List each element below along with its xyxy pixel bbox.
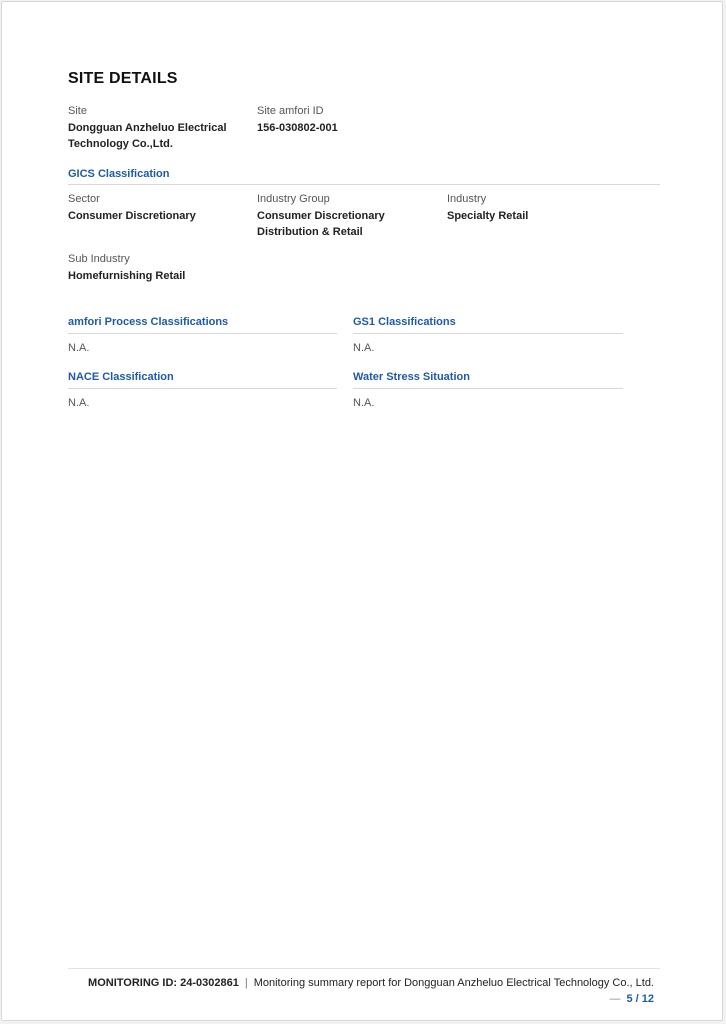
monitoring-id: MONITORING ID: 24-0302861 xyxy=(88,977,239,989)
amfori-process-divider xyxy=(68,333,337,334)
industry-label: Industry xyxy=(447,193,487,205)
footer-separator: | xyxy=(244,977,248,989)
sector-label: Sector xyxy=(68,193,100,205)
industry-group-label: Industry Group xyxy=(257,193,330,205)
site-id-value: 156-030802-001 xyxy=(257,122,338,134)
site-label: Site xyxy=(68,105,87,117)
nace-divider xyxy=(68,388,337,389)
water-stress-value: N.A. xyxy=(353,397,375,409)
nace-title: NACE Classification xyxy=(68,371,174,383)
report-page: SITE DETAILS Site Dongguan Anzheluo Elec… xyxy=(1,1,723,1021)
site-id-label: Site amfori ID xyxy=(257,105,324,117)
site-value-line1: Dongguan Anzheluo Electrical xyxy=(68,122,227,134)
sector-value: Consumer Discretionary xyxy=(68,210,196,222)
gs1-value: N.A. xyxy=(353,342,375,354)
page-title: SITE DETAILS xyxy=(68,70,178,87)
pager-dash: — xyxy=(609,993,621,1005)
gs1-divider xyxy=(353,333,623,334)
page-number: 5 / 12 xyxy=(626,993,654,1005)
water-stress-divider xyxy=(353,388,623,389)
sub-industry-value: Homefurnishing Retail xyxy=(68,270,186,282)
page-indicator: — 5 / 12 xyxy=(609,993,654,1005)
footer-line: MONITORING ID: 24-0302861 | Monitoring sum… xyxy=(88,977,654,989)
report-description: Monitoring summary report for Dongguan A… xyxy=(253,977,654,989)
site-value-line2: Technology Co.,Ltd. xyxy=(68,138,173,150)
nace-value: N.A. xyxy=(68,397,90,409)
gics-divider xyxy=(68,184,660,185)
sub-industry-label: Sub Industry xyxy=(68,253,130,265)
amfori-process-title: amfori Process Classifications xyxy=(68,316,229,328)
industry-group-value-line2: Distribution & Retail xyxy=(257,226,363,238)
industry-group-value-line1: Consumer Discretionary xyxy=(257,210,385,222)
gics-section-title: GICS Classification xyxy=(68,168,170,180)
water-stress-title: Water Stress Situation xyxy=(353,371,470,383)
footer-divider xyxy=(68,968,660,969)
amfori-process-value: N.A. xyxy=(68,342,90,354)
gs1-title: GS1 Classifications xyxy=(353,316,456,328)
industry-value: Specialty Retail xyxy=(447,210,529,222)
